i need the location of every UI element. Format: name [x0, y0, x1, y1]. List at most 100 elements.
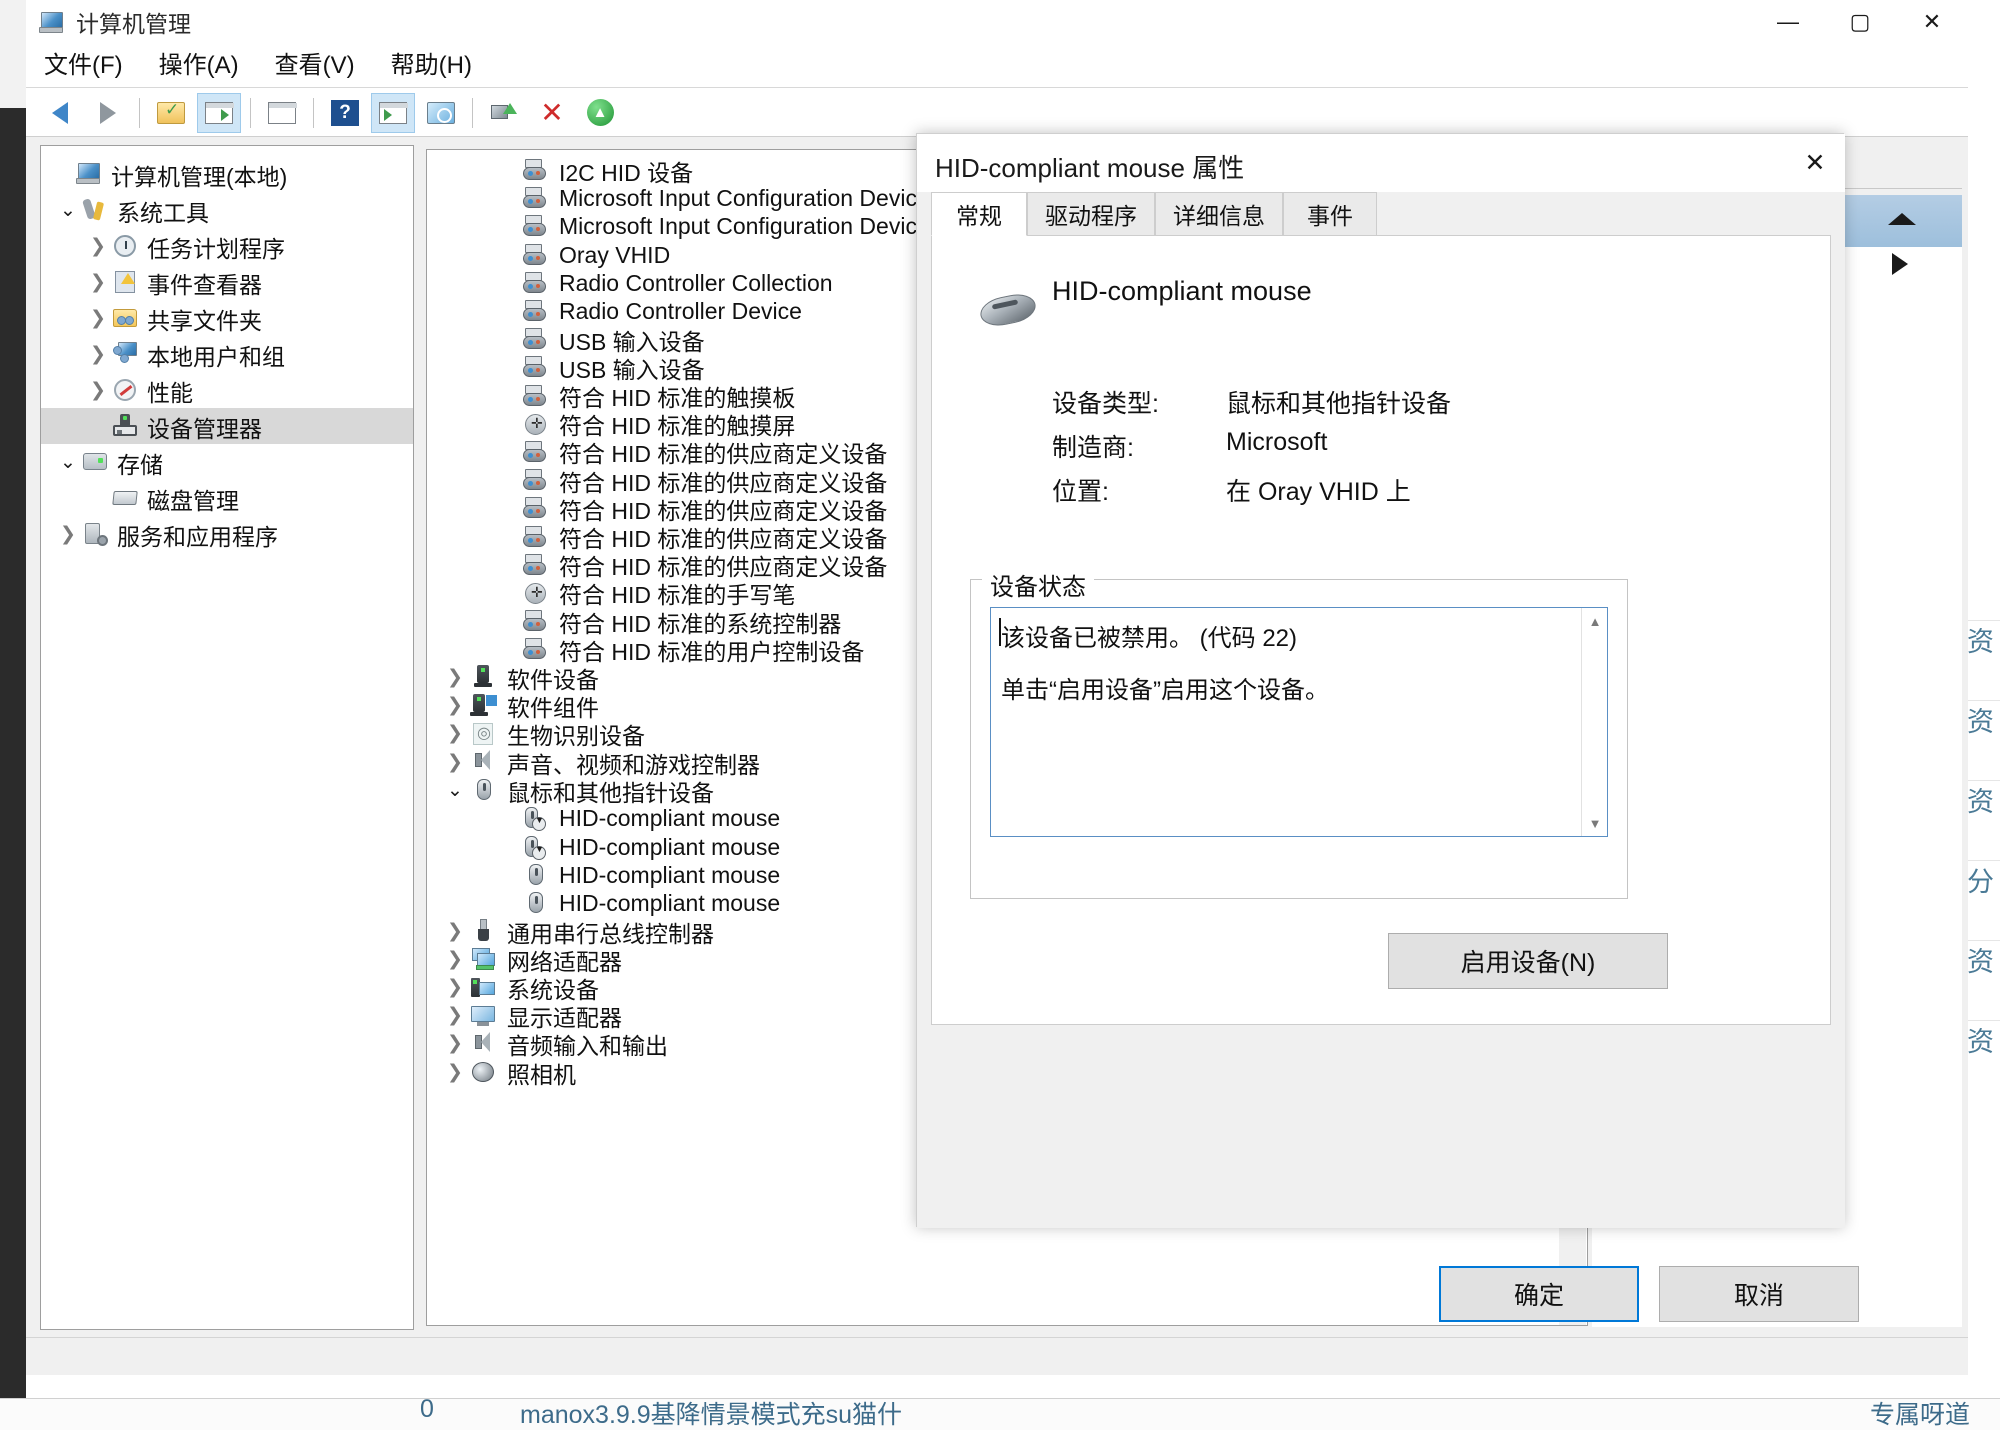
manufacturer-label: 制造商: — [1052, 434, 1134, 462]
twisty-collapsed-icon[interactable]: ❯ — [441, 692, 469, 720]
help-button[interactable]: ? — [323, 93, 367, 133]
ok-button[interactable]: 确定 — [1439, 1266, 1639, 1322]
tab-driver[interactable]: 驱动程序 — [1027, 192, 1155, 236]
mouse-icon — [521, 862, 549, 888]
location-value: 在 Oray VHID 上 — [1226, 478, 1411, 506]
tree-item-label: 存储 — [117, 451, 163, 478]
device-row-label: HID-compliant mouse — [559, 861, 781, 888]
tree-item-label: 磁盘管理 — [147, 487, 239, 514]
mouse-disabled-icon — [521, 834, 549, 860]
device-status-textbox[interactable]: 该设备已被禁用。 (代码 22) 单击“启用设备”启用这个设备。 ▲ ▼ — [990, 607, 1608, 837]
minimize-button[interactable]: — — [1752, 0, 1824, 44]
tab-general[interactable]: 常规 — [931, 192, 1027, 236]
mouse-disabled-icon — [521, 805, 549, 832]
twisty-collapsed-icon[interactable]: ❯ — [441, 663, 469, 691]
tab-page-general: HID-compliant mouse 设备类型: 鼠标和其他指针设备 制造商:… — [931, 235, 1831, 1025]
expand-right-icon[interactable] — [1892, 253, 1908, 275]
tree-item-task-scheduler[interactable]: ❯ 任务计划程序 — [41, 228, 413, 264]
scroll-down-arrow-icon[interactable]: ▼ — [1582, 810, 1608, 836]
cancel-button[interactable]: 取消 — [1659, 1266, 1859, 1322]
tab-events[interactable]: 事件 — [1283, 192, 1377, 236]
twisty-collapsed-icon[interactable]: ❯ — [85, 269, 111, 295]
twisty-collapsed-icon[interactable]: ❯ — [441, 1030, 469, 1058]
twisty-none — [493, 382, 521, 410]
dialog-body: 常规 驱动程序 详细信息 事件 HID-compliant mouse 设备类型… — [917, 192, 1859, 1322]
twisty-collapsed-icon[interactable]: ❯ — [441, 748, 469, 776]
twisty-none — [493, 551, 521, 579]
console-tree-button[interactable] — [371, 92, 415, 133]
tree-item-label: 本地用户和组 — [147, 343, 285, 370]
tree-item-event-viewer[interactable]: ❯ 事件查看器 — [41, 264, 413, 300]
back-button[interactable] — [38, 93, 82, 133]
properties-button[interactable] — [260, 93, 304, 133]
twisty-collapsed-icon[interactable]: ❯ — [85, 341, 111, 367]
taskbar-right-label[interactable]: 专属呀道 — [1870, 1399, 1970, 1430]
twisty-collapsed-icon[interactable]: ❯ — [441, 1002, 469, 1030]
local-users-icon — [111, 341, 139, 367]
scroll-up-arrow-icon[interactable]: ▲ — [1582, 608, 1608, 634]
up-folder-button[interactable] — [149, 93, 193, 133]
hid-touch-icon — [521, 580, 549, 606]
twisty-none — [493, 156, 521, 184]
uninstall-device-button[interactable]: ✕ — [530, 93, 574, 133]
taskbar-item-label[interactable]: manox3.9.9基降情景模式充su猫什 — [520, 1399, 902, 1430]
tree-item-label: 任务计划程序 — [147, 235, 285, 262]
scan-hardware-button[interactable] — [419, 93, 463, 133]
forward-button[interactable] — [86, 93, 130, 133]
bg-label-2: 资 — [1967, 787, 1994, 817]
collapse-up-icon[interactable] — [1888, 213, 1916, 225]
twisty-expanded-icon[interactable]: ⌄ — [55, 197, 81, 223]
twisty-expanded-icon[interactable]: ⌄ — [441, 776, 469, 804]
menu-file[interactable]: 文件(F) — [26, 44, 141, 88]
sound-video-icon — [469, 749, 497, 775]
show-hide-tree-button[interactable] — [197, 92, 241, 133]
console-tree-panel[interactable]: 计算机管理(本地) ⌄ 系统工具 ❯ 任务计划程序 ❯ 事件查看器 ❯ 共享文件… — [40, 145, 414, 1330]
close-button[interactable]: ✕ — [1896, 0, 1968, 44]
hid-device-icon — [521, 636, 549, 662]
tree-item-performance[interactable]: ❯ 性能 — [41, 372, 413, 408]
twisty-collapsed-icon[interactable]: ❯ — [441, 974, 469, 1002]
twisty-none — [493, 607, 521, 635]
enable-device-button[interactable]: 启用设备(N) — [1388, 933, 1668, 989]
bg-label-0: 资 — [1967, 627, 1994, 657]
background-dark-sidebar — [0, 108, 26, 1408]
twisty-collapsed-icon[interactable]: ❯ — [85, 377, 111, 403]
hid-device-icon — [521, 213, 549, 239]
twisty-collapsed-icon[interactable]: ❯ — [441, 917, 469, 945]
twisty-collapsed-icon[interactable]: ❯ — [441, 945, 469, 973]
display-adapter-icon — [469, 1003, 497, 1029]
bg-label-4: 资 — [1967, 947, 1994, 977]
hid-device-icon — [521, 298, 549, 324]
menu-help[interactable]: 帮助(H) — [373, 44, 490, 88]
tree-item-device-manager[interactable]: 设备管理器 — [41, 408, 413, 444]
window-caption-buttons: — ▢ ✕ — [1752, 0, 1968, 44]
update-driver-button[interactable] — [482, 93, 526, 133]
twisty-expanded-icon[interactable]: ⌄ — [55, 449, 81, 475]
system-device-icon — [469, 975, 497, 1001]
tree-item-disk-management[interactable]: 磁盘管理 — [41, 480, 413, 516]
dialog-close-button[interactable]: ✕ — [1785, 134, 1845, 192]
menu-view[interactable]: 查看(V) — [257, 44, 373, 88]
twisty-collapsed-icon[interactable]: ❯ — [55, 521, 81, 547]
enable-device-toolbar-button[interactable]: ▲ — [578, 93, 622, 133]
twisty-collapsed-icon[interactable]: ❯ — [441, 720, 469, 748]
maximize-button[interactable]: ▢ — [1824, 0, 1896, 44]
twisty-collapsed-icon[interactable]: ❯ — [85, 233, 111, 259]
tab-details[interactable]: 详细信息 — [1155, 192, 1283, 236]
back-arrow-icon — [52, 101, 68, 124]
tree-item-computer-management[interactable]: 计算机管理(本地) — [41, 156, 413, 192]
tree-item-services-applications[interactable]: ❯ 服务和应用程序 — [41, 516, 413, 552]
tree-item-local-users-groups[interactable]: ❯ 本地用户和组 — [41, 336, 413, 372]
dialog-tabstrip: 常规 驱动程序 详细信息 事件 — [931, 192, 1831, 236]
tree-item-storage[interactable]: ⌄ 存储 — [41, 444, 413, 480]
twisty-collapsed-icon[interactable]: ❯ — [441, 1058, 469, 1086]
tree-item-system-tools[interactable]: ⌄ 系统工具 — [41, 192, 413, 228]
bg-label-5: 资 — [1967, 1027, 1994, 1057]
menu-action[interactable]: 操作(A) — [141, 44, 257, 88]
status-scrollbar[interactable]: ▲ ▼ — [1581, 608, 1607, 836]
hid-device-icon — [521, 326, 549, 352]
twisty-collapsed-icon[interactable]: ❯ — [85, 305, 111, 331]
dialog-title: HID-compliant mouse 属性 — [935, 153, 1245, 183]
tree-item-shared-folders[interactable]: ❯ 共享文件夹 — [41, 300, 413, 336]
location-label: 位置: — [1052, 478, 1109, 506]
